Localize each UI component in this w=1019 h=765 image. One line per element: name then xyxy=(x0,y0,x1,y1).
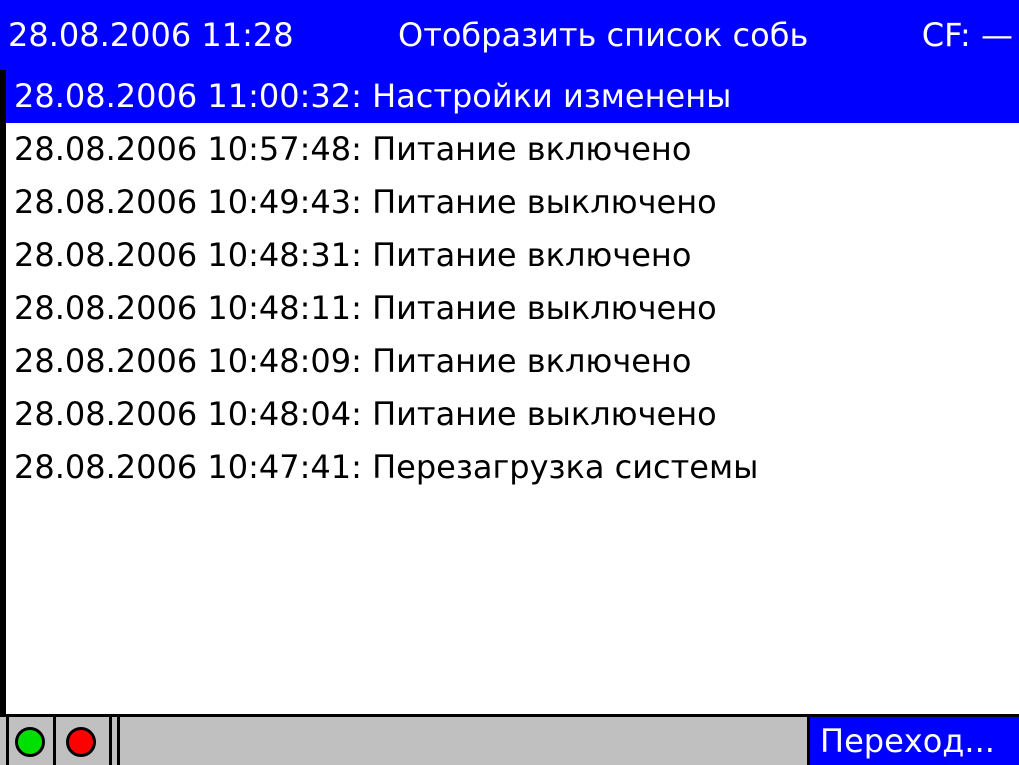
status-divider xyxy=(112,717,120,765)
status-bar: Переход... xyxy=(0,714,1019,765)
title-bar: 28.08.2006 11:28 Отобразить список собь … xyxy=(0,0,1019,70)
event-row[interactable]: 28.08.2006 10:48:11: Питание выключено xyxy=(6,282,1019,335)
status-message-area xyxy=(120,717,800,765)
red-led-icon xyxy=(66,727,96,757)
red-indicator xyxy=(56,717,112,765)
event-row[interactable]: 28.08.2006 10:48:04: Питание выключено xyxy=(6,388,1019,441)
event-row[interactable]: 28.08.2006 10:57:48: Питание включено xyxy=(6,123,1019,176)
event-row[interactable]: 28.08.2006 11:00:32: Настройки изменены xyxy=(6,70,1019,123)
event-row[interactable]: 28.08.2006 10:49:43: Питание выключено xyxy=(6,176,1019,229)
event-row[interactable]: 28.08.2006 10:47:41: Перезагрузка систем… xyxy=(6,441,1019,494)
current-datetime: 28.08.2006 11:28 xyxy=(8,16,294,54)
event-row[interactable]: 28.08.2006 10:48:31: Питание включено xyxy=(6,229,1019,282)
event-log-screen: 28.08.2006 11:28 Отобразить список собь … xyxy=(0,0,1019,765)
event-row[interactable]: 28.08.2006 10:48:09: Питание включено xyxy=(6,335,1019,388)
screen-title: Отобразить список собь xyxy=(398,16,809,54)
goto-button[interactable]: Переход... xyxy=(810,717,1019,765)
event-list[interactable]: 28.08.2006 11:00:32: Настройки изменены … xyxy=(0,70,1019,714)
cf-card-status: CF: — xyxy=(921,16,1013,54)
status-divider xyxy=(800,717,810,765)
green-led-icon xyxy=(15,727,45,757)
green-indicator xyxy=(6,717,56,765)
